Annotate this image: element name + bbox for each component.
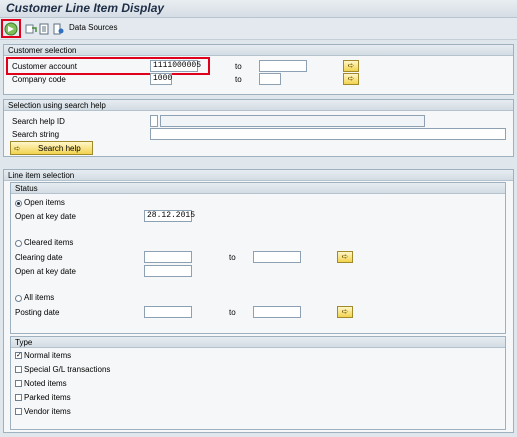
info-icon[interactable] — [51, 22, 65, 36]
customer-account-label: Customer account — [12, 62, 77, 71]
group-heading: Status — [11, 183, 505, 194]
vendor-items-checkbox[interactable] — [15, 408, 22, 415]
vendor-items-label: Vendor items — [24, 407, 71, 416]
open-key-date-label: Open at key date — [15, 212, 76, 221]
title-bar: Customer Line Item Display — [0, 0, 517, 18]
clearing-date-input[interactable] — [144, 251, 192, 263]
company-code-label: Company code — [12, 75, 66, 84]
posting-date-label: Posting date — [15, 308, 60, 317]
search-help-id-description — [160, 115, 425, 127]
to-label: to — [229, 308, 236, 317]
multiple-selection-icon[interactable] — [24, 22, 38, 36]
customer-account-to-input[interactable] — [259, 60, 307, 72]
clearing-date-label: Clearing date — [15, 253, 63, 262]
execute-icon[interactable] — [4, 22, 18, 36]
to-label: to — [229, 253, 236, 262]
customer-selection-group: Customer selection Customer account 1111… — [3, 44, 514, 95]
customer-account-input[interactable]: 1111000005 — [150, 60, 201, 72]
multiple-selection-button[interactable]: ➪ — [343, 73, 359, 85]
group-heading: Type — [11, 337, 505, 348]
open-key-date-input[interactable]: 28.12.2015 — [144, 210, 195, 222]
posting-date-input[interactable] — [144, 306, 192, 318]
search-help-button-label: Search help — [38, 144, 81, 153]
open-items-label: Open items — [24, 198, 65, 207]
cleared-open-key-date-label: Open at key date — [15, 267, 76, 276]
status-group: Status Open items Open at key date 28.12… — [10, 182, 506, 334]
group-heading: Selection using search help — [4, 100, 513, 111]
search-help-button[interactable]: ➪ Search help — [10, 141, 93, 155]
normal-items-label: Normal items — [24, 351, 72, 360]
multiple-selection-button[interactable]: ➪ — [343, 60, 359, 72]
parked-items-label: Parked items — [24, 393, 71, 402]
to-label: to — [235, 75, 242, 84]
company-code-to-input[interactable] — [259, 73, 281, 85]
arrow-icon: ➪ — [14, 144, 21, 153]
special-gl-label: Special G/L transactions — [24, 365, 111, 374]
to-label: to — [235, 62, 242, 71]
type-group: Type ✓ Normal items Special G/L transact… — [10, 336, 506, 430]
list-icon[interactable] — [37, 22, 51, 36]
normal-items-checkbox[interactable]: ✓ — [15, 352, 22, 359]
noted-items-checkbox[interactable] — [15, 380, 22, 387]
search-help-id-input[interactable] — [150, 115, 158, 127]
search-string-input[interactable] — [150, 128, 506, 140]
posting-date-to-input[interactable] — [253, 306, 301, 318]
group-heading: Line item selection — [4, 170, 513, 181]
window-title: Customer Line Item Display — [6, 1, 165, 15]
application-toolbar: Data Sources — [0, 18, 517, 40]
parked-items-checkbox[interactable] — [15, 394, 22, 401]
search-string-label: Search string — [12, 130, 60, 139]
clearing-date-to-input[interactable] — [253, 251, 301, 263]
cleared-items-label: Cleared items — [24, 238, 74, 247]
data-sources-button[interactable]: Data Sources — [69, 23, 117, 32]
line-item-selection-group: Line item selection Status Open items Op… — [3, 169, 514, 433]
all-items-label: All items — [24, 293, 55, 302]
multiple-selection-button[interactable]: ➪ — [337, 306, 353, 318]
cleared-open-key-date-input[interactable] — [144, 265, 192, 277]
cleared-items-radio[interactable] — [15, 240, 22, 247]
noted-items-label: Noted items — [24, 379, 67, 388]
search-help-id-label: Search help ID — [12, 117, 65, 126]
search-help-group: Selection using search help Search help … — [3, 99, 514, 157]
company-code-input[interactable]: 1000 — [150, 73, 172, 85]
group-heading: Customer selection — [4, 45, 513, 56]
multiple-selection-button[interactable]: ➪ — [337, 251, 353, 263]
all-items-radio[interactable] — [15, 295, 22, 302]
special-gl-checkbox[interactable] — [15, 366, 22, 373]
open-items-radio[interactable] — [15, 200, 22, 207]
